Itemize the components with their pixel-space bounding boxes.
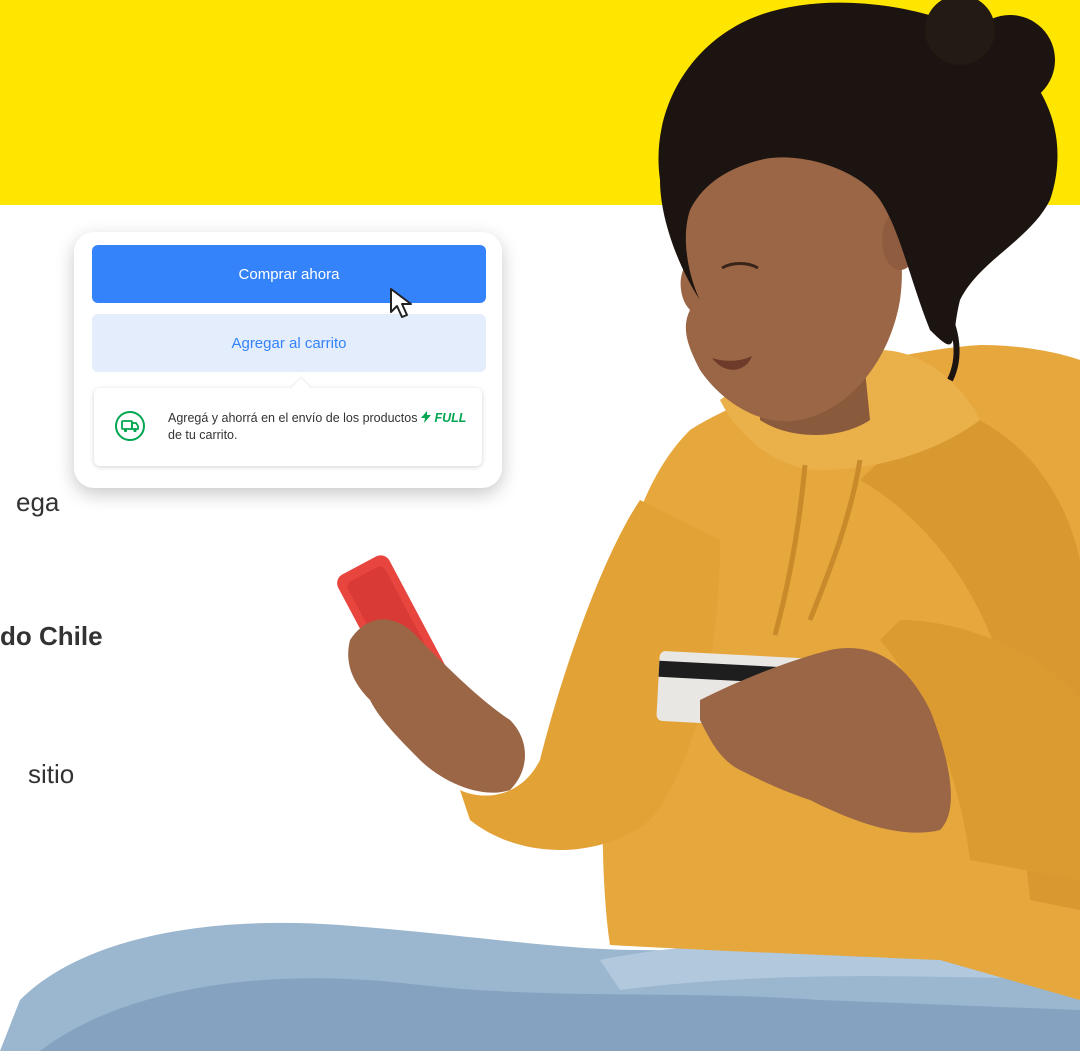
notice-text: Agregá y ahorrá en el envío de los produ… xyxy=(168,410,468,444)
truck-icon xyxy=(115,411,145,441)
full-label: FULL xyxy=(434,411,467,425)
purchase-card: Comprar ahora Agregar al carrito Agregá … xyxy=(74,232,502,488)
lightning-bolt-icon xyxy=(420,411,431,423)
woman-with-phone-and-card-image xyxy=(0,0,1080,1051)
notice-pointer xyxy=(291,378,311,398)
notice-text-before: Agregá y ahorrá en el envío de los produ… xyxy=(168,411,418,425)
shipping-savings-notice: Agregá y ahorrá en el envío de los produ… xyxy=(94,378,482,466)
mouse-pointer-icon xyxy=(390,288,412,318)
add-to-cart-button[interactable]: Agregar al carrito xyxy=(92,314,486,372)
buy-now-button[interactable]: Comprar ahora xyxy=(92,245,486,303)
notice-text-after: de tu carrito. xyxy=(168,428,238,442)
